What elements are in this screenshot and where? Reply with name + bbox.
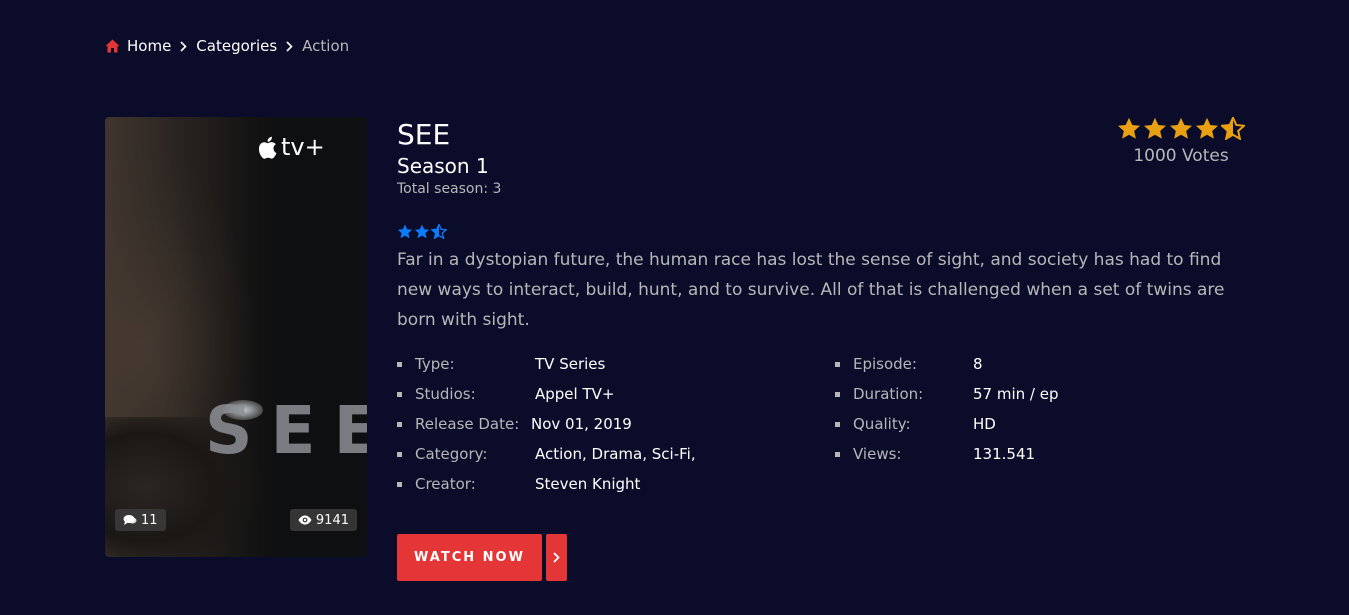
views-badge: 9141 [289, 509, 357, 531]
detail-value: Appel TV+ [535, 385, 615, 403]
detail-value: Steven Knight [535, 475, 641, 493]
detail-value: HD [973, 415, 996, 433]
detail-label: Studios: [415, 385, 476, 403]
apple-icon [259, 136, 277, 159]
star-half-icon[interactable] [1221, 117, 1245, 140]
detail-label: Episode: [853, 355, 917, 373]
bullet [397, 451, 402, 457]
detail-label: Category: [415, 445, 488, 463]
bullet [835, 421, 840, 427]
watch-now-button[interactable]: WATCH NOW [397, 534, 542, 581]
bullet [397, 421, 402, 427]
detail-value: Nov 01, 2019 [531, 415, 632, 433]
star-icon[interactable] [1143, 117, 1167, 140]
detail-row: Episode: 8 [835, 349, 1058, 379]
bullet [397, 391, 402, 397]
detail-row: Type: TV Series [397, 349, 696, 379]
bullet [397, 361, 402, 367]
bullet [397, 481, 402, 487]
detail-label: Quality: [853, 415, 911, 433]
detail-row: Creator: Steven Knight [397, 469, 696, 499]
detail-value: Action, Drama, Sci-Fi, [535, 445, 696, 463]
anime-season: Season 1 [397, 154, 489, 178]
anime-description: Far in a dystopian future, the human rac… [397, 250, 1225, 330]
poster-brand-logo: tv+ [259, 133, 325, 161]
detail-row: Studios: Appel TV+ [397, 379, 696, 409]
poster-image[interactable]: tv+ SEE 11 9141 [105, 117, 367, 557]
chevron-right-icon [286, 40, 293, 52]
detail-value: 131.541 [973, 445, 1036, 463]
views-count: 9141 [315, 512, 349, 528]
breadcrumb-current: Action [302, 37, 350, 55]
detail-label: Views: [853, 445, 902, 463]
votes-count: 1000 Votes [1133, 146, 1229, 166]
breadcrumb-home-link[interactable]: Home [127, 37, 171, 55]
rating-box: 1000 Votes [1116, 117, 1246, 166]
details-right: Episode: 8 Duration: 57 min / ep Quality… [835, 349, 1058, 469]
detail-row: Category: Action, Drama, Sci-Fi, [397, 439, 696, 469]
home-icon [105, 39, 120, 53]
star-icon[interactable] [1117, 117, 1141, 140]
detail-row: Quality: HD [835, 409, 1058, 439]
detail-value: 8 [973, 355, 983, 373]
comments-badge: 11 [115, 509, 166, 531]
detail-row: Release Date: Nov 01, 2019 [397, 409, 696, 439]
detail-value: 57 min / ep [973, 385, 1059, 403]
comments-icon [123, 515, 137, 525]
detail-label: Release Date: [415, 415, 520, 433]
poster-brand-text: tv+ [281, 133, 325, 161]
detail-value: TV Series [535, 355, 606, 373]
details-left: Type: TV Series Studios: Appel TV+ Relea… [397, 349, 696, 499]
mini-rating [397, 224, 447, 239]
detail-label: Type: [415, 355, 455, 373]
star-icon[interactable] [1195, 117, 1219, 140]
chevron-right-icon [553, 552, 560, 563]
detail-label: Creator: [415, 475, 476, 493]
comments-count: 11 [141, 512, 158, 528]
chevron-right-icon [180, 40, 187, 52]
poster-overlay-title: SEE [205, 392, 367, 469]
detail-row: Duration: 57 min / ep [835, 379, 1058, 409]
bullet [835, 361, 840, 367]
star-icon[interactable] [1169, 117, 1193, 140]
watch-now-arrow-button[interactable] [546, 534, 567, 581]
star-half-icon [431, 224, 447, 239]
breadcrumb: Home Categories Action [105, 37, 349, 55]
detail-label: Duration: [853, 385, 924, 403]
star-icon [414, 224, 430, 239]
bullet [835, 391, 840, 397]
rating-stars[interactable] [1116, 117, 1246, 140]
star-icon [397, 224, 413, 239]
anime-title: SEE [397, 118, 451, 151]
anime-total-season: Total season: 3 [397, 181, 502, 197]
eye-icon [298, 515, 312, 525]
bullet [835, 451, 840, 457]
detail-row: Views: 131.541 [835, 439, 1058, 469]
breadcrumb-categories-link[interactable]: Categories [196, 37, 277, 55]
